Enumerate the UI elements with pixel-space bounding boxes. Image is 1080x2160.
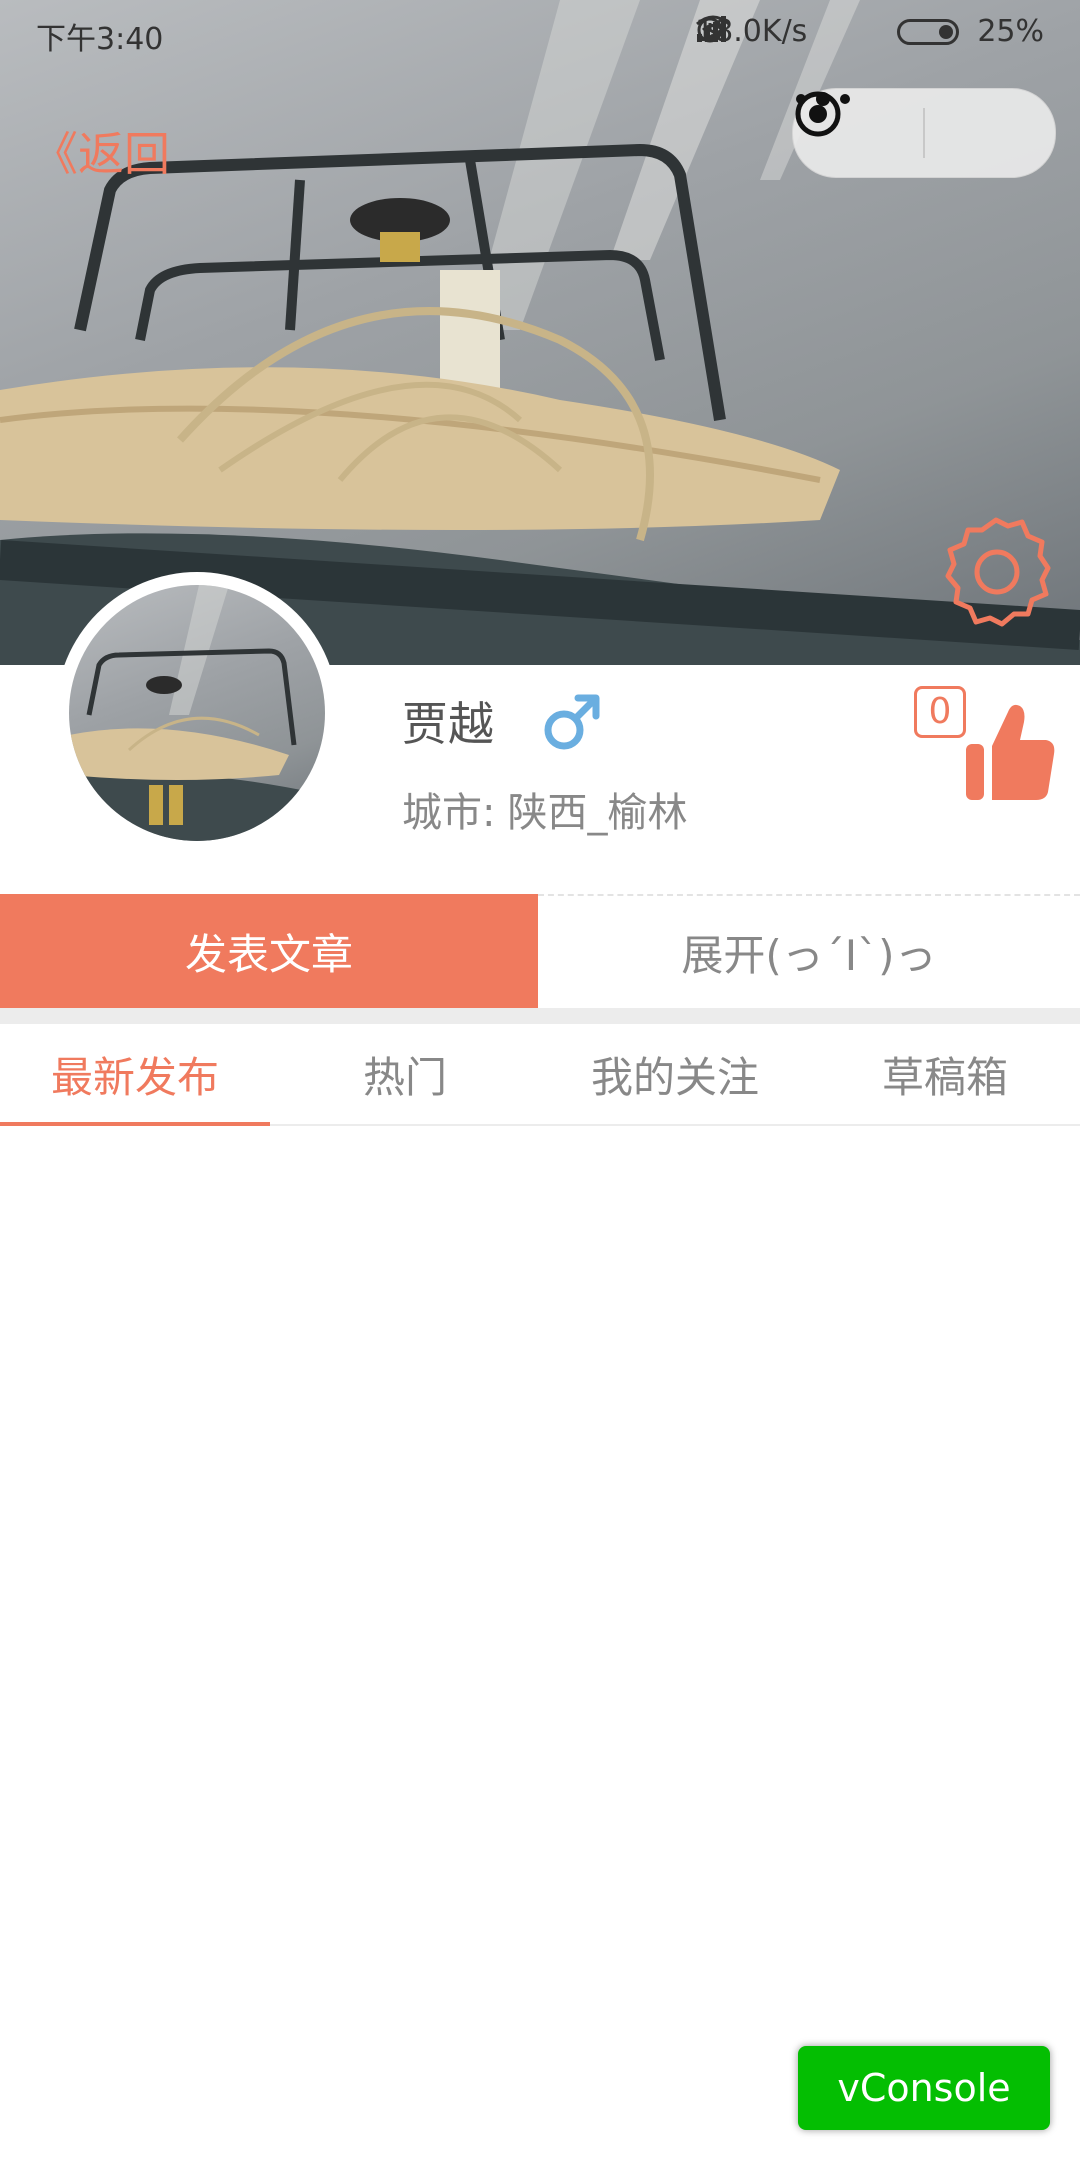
- action-bar: 发表文章 展开(っ´Ι`)っ: [0, 894, 1080, 1008]
- avatar[interactable]: [56, 572, 338, 854]
- status-bar: 下午3:40 18.0K/s 25%: [0, 0, 1080, 66]
- city-value: 陕西_榆林: [507, 790, 688, 836]
- male-icon: [540, 690, 604, 754]
- status-time: 下午3:40: [36, 22, 164, 57]
- publish-article-button[interactable]: 发表文章: [0, 894, 538, 1008]
- tab-bar: 最新发布 热门 我的关注 草稿箱: [0, 1024, 1080, 1126]
- mini-program-capsule: [792, 88, 1056, 178]
- tab-drafts[interactable]: 草稿箱: [810, 1024, 1080, 1124]
- close-target-icon[interactable]: [795, 89, 1055, 177]
- back-button[interactable]: 《返回: [32, 118, 170, 184]
- tab-hot[interactable]: 热门: [270, 1024, 540, 1124]
- avatar-image: [69, 585, 325, 841]
- gear-icon[interactable]: [936, 512, 1056, 632]
- cover-image: 下午3:40 18.0K/s 25% 《返回: [0, 0, 1080, 665]
- battery-icon: [897, 18, 960, 45]
- like-count-badge: 0: [914, 686, 966, 738]
- profile-page: 下午3:40 18.0K/s 25% 《返回 贾越 城市: 陕西_榆林 0 发表…: [0, 0, 1080, 2160]
- section-divider: [0, 1008, 1080, 1024]
- city-label: 城市:: [402, 790, 496, 836]
- username: 贾越: [402, 697, 494, 751]
- thumbs-up-icon[interactable]: [962, 700, 1058, 804]
- tab-latest[interactable]: 最新发布: [0, 1024, 270, 1126]
- vconsole-button[interactable]: vConsole: [798, 2046, 1050, 2130]
- article-list: [0, 1126, 1080, 2026]
- status-indicators: 18.0K/s 25%: [695, 14, 1044, 49]
- tab-following[interactable]: 我的关注: [540, 1024, 810, 1124]
- battery-level: 25%: [977, 14, 1044, 49]
- expand-button[interactable]: 展开(っ´Ι`)っ: [538, 894, 1080, 1008]
- city-info: 城市: 陕西_榆林: [402, 780, 687, 838]
